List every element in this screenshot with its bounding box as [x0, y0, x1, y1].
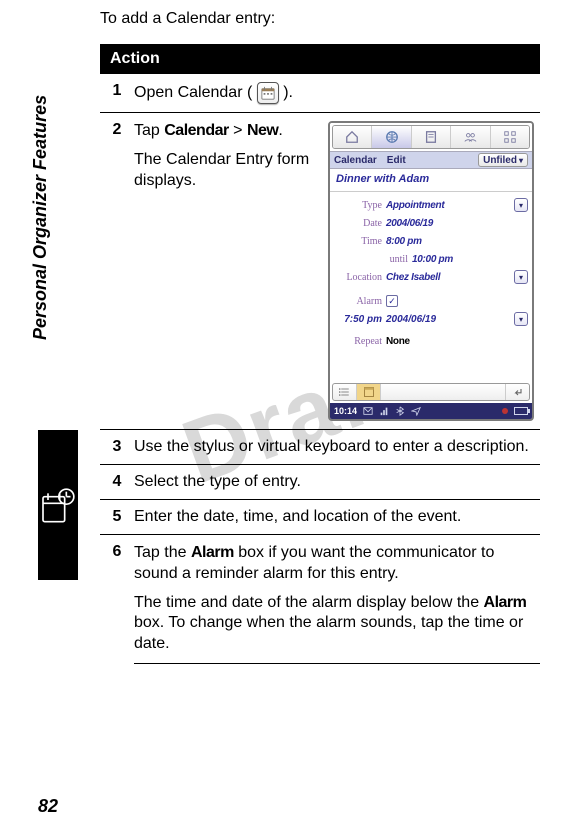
bluetooth-icon: [395, 406, 405, 416]
device-screenshot: Calendar Edit Unfiled▾ Dinner with Adam …: [328, 121, 534, 421]
label-until: until: [334, 254, 408, 265]
world-icon[interactable]: [372, 126, 411, 148]
step-number: 2: [100, 113, 134, 430]
event-description[interactable]: Dinner with Adam: [330, 169, 532, 192]
calendar-icon: [257, 82, 279, 104]
home-icon[interactable]: [333, 126, 372, 148]
return-icon[interactable]: [505, 384, 529, 400]
step-text: .: [278, 122, 282, 139]
step-row-6: 6 Tap the Alarm box if you want the comm…: [100, 535, 540, 664]
value-time[interactable]: 8:00 pm: [386, 236, 528, 247]
step-body: Open Calendar ( ).: [134, 74, 540, 113]
step-number: 4: [100, 465, 134, 500]
step-text: >: [229, 122, 247, 139]
step-text: Tap: [134, 122, 164, 139]
chevron-down-icon: ▾: [519, 156, 523, 165]
step-row-2: 2 Tap Calendar > New. The Calendar Entry…: [100, 113, 540, 430]
label-location: Location: [334, 272, 382, 283]
menu-bar: Calendar Edit Unfiled▾: [330, 151, 532, 169]
day-view-icon[interactable]: [357, 384, 381, 400]
value-date[interactable]: 2004/06/19: [386, 218, 528, 229]
app-launcher-bar: [332, 125, 530, 149]
label-date: Date: [334, 218, 382, 229]
step-text: box. To change when the alarm sounds, ta…: [134, 614, 523, 652]
page-number: 82: [38, 796, 58, 817]
step-row-5: 5 Enter the date, time, and location of …: [100, 500, 540, 535]
step-number: 3: [100, 430, 134, 465]
step-body: Enter the date, time, and location of th…: [134, 500, 540, 535]
step-text: Open Calendar (: [134, 84, 252, 101]
chevron-down-icon[interactable]: ▾: [514, 198, 528, 212]
value-location[interactable]: Chez Isabell: [386, 272, 510, 283]
step-body: Use the stylus or virtual keyboard to en…: [134, 430, 540, 465]
contacts-icon[interactable]: [451, 126, 490, 148]
step-body: Select the type of entry.: [134, 465, 540, 500]
ui-ref-alarm: Alarm: [191, 544, 234, 561]
status-bar: 10:14: [330, 403, 532, 419]
step-row-1: 1 Open Calendar ( ).: [100, 74, 540, 113]
label-type: Type: [334, 200, 382, 211]
step-text: Tap the: [134, 544, 191, 561]
step-body: Tap the Alarm box if you want the commun…: [134, 535, 540, 664]
list-view-icon[interactable]: [333, 384, 357, 400]
step-body: Tap Calendar > New. The Calendar Entry f…: [134, 113, 540, 430]
step-text: ).: [283, 84, 293, 101]
menu-ref-calendar: Calendar: [164, 122, 228, 139]
chevron-down-icon[interactable]: ▾: [514, 312, 528, 326]
mail-icon: [363, 406, 373, 416]
ui-ref-alarm: Alarm: [484, 594, 527, 611]
chevron-down-icon[interactable]: ▾: [514, 270, 528, 284]
menu-ref-new: New: [247, 122, 278, 139]
record-indicator-icon: [502, 408, 508, 414]
step-number: 5: [100, 500, 134, 535]
step-row-4: 4 Select the type of entry.: [100, 465, 540, 500]
step-text: The Calendar Entry form displays.: [134, 150, 320, 192]
label-alarm: Alarm: [334, 296, 382, 307]
battery-icon: [514, 407, 528, 415]
step-number: 6: [100, 535, 134, 664]
value-until[interactable]: 10:00 pm: [412, 254, 528, 265]
label-repeat: Repeat: [334, 336, 382, 347]
alarm-time[interactable]: 7:50 pm: [334, 314, 382, 325]
table-header: Action: [100, 44, 540, 74]
view-toolbar: [332, 383, 530, 401]
note-icon[interactable]: [412, 126, 451, 148]
airplane-icon: [411, 406, 421, 416]
step-row-3: 3 Use the stylus or virtual keyboard to …: [100, 430, 540, 465]
alarm-date[interactable]: 2004/06/19: [386, 314, 510, 325]
menu-edit[interactable]: Edit: [387, 155, 478, 166]
status-time: 10:14: [334, 406, 357, 416]
label-time: Time: [334, 236, 382, 247]
signal-icon: [379, 406, 389, 416]
menu-calendar[interactable]: Calendar: [334, 155, 387, 166]
step-text: The time and date of the alarm display b…: [134, 594, 484, 611]
value-repeat[interactable]: None: [386, 336, 528, 347]
category-dropdown[interactable]: Unfiled▾: [478, 153, 528, 167]
value-type[interactable]: Appointment: [386, 200, 510, 211]
intro-text: To add a Calendar entry:: [100, 10, 542, 28]
apps-icon[interactable]: [491, 126, 529, 148]
alarm-checkbox[interactable]: ✓: [386, 295, 398, 307]
step-number: 1: [100, 74, 134, 113]
steps-table: Action 1 Open Calendar ( ). 2 Tap Calend…: [100, 44, 540, 664]
